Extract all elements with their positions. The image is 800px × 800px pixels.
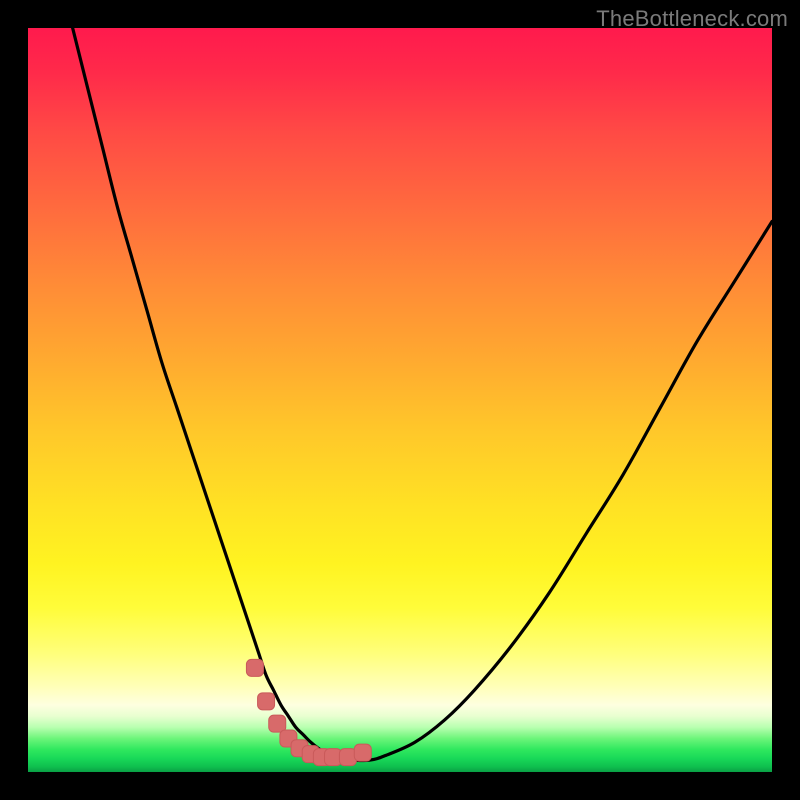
marker <box>258 693 275 710</box>
curve-layer <box>28 28 772 772</box>
marker <box>354 744 371 761</box>
plot-area <box>28 28 772 772</box>
marker <box>246 659 263 676</box>
outer-frame: TheBottleneck.com <box>0 0 800 800</box>
watermark-text: TheBottleneck.com <box>596 6 788 32</box>
bottleneck-curve <box>73 28 772 761</box>
marker <box>269 715 286 732</box>
